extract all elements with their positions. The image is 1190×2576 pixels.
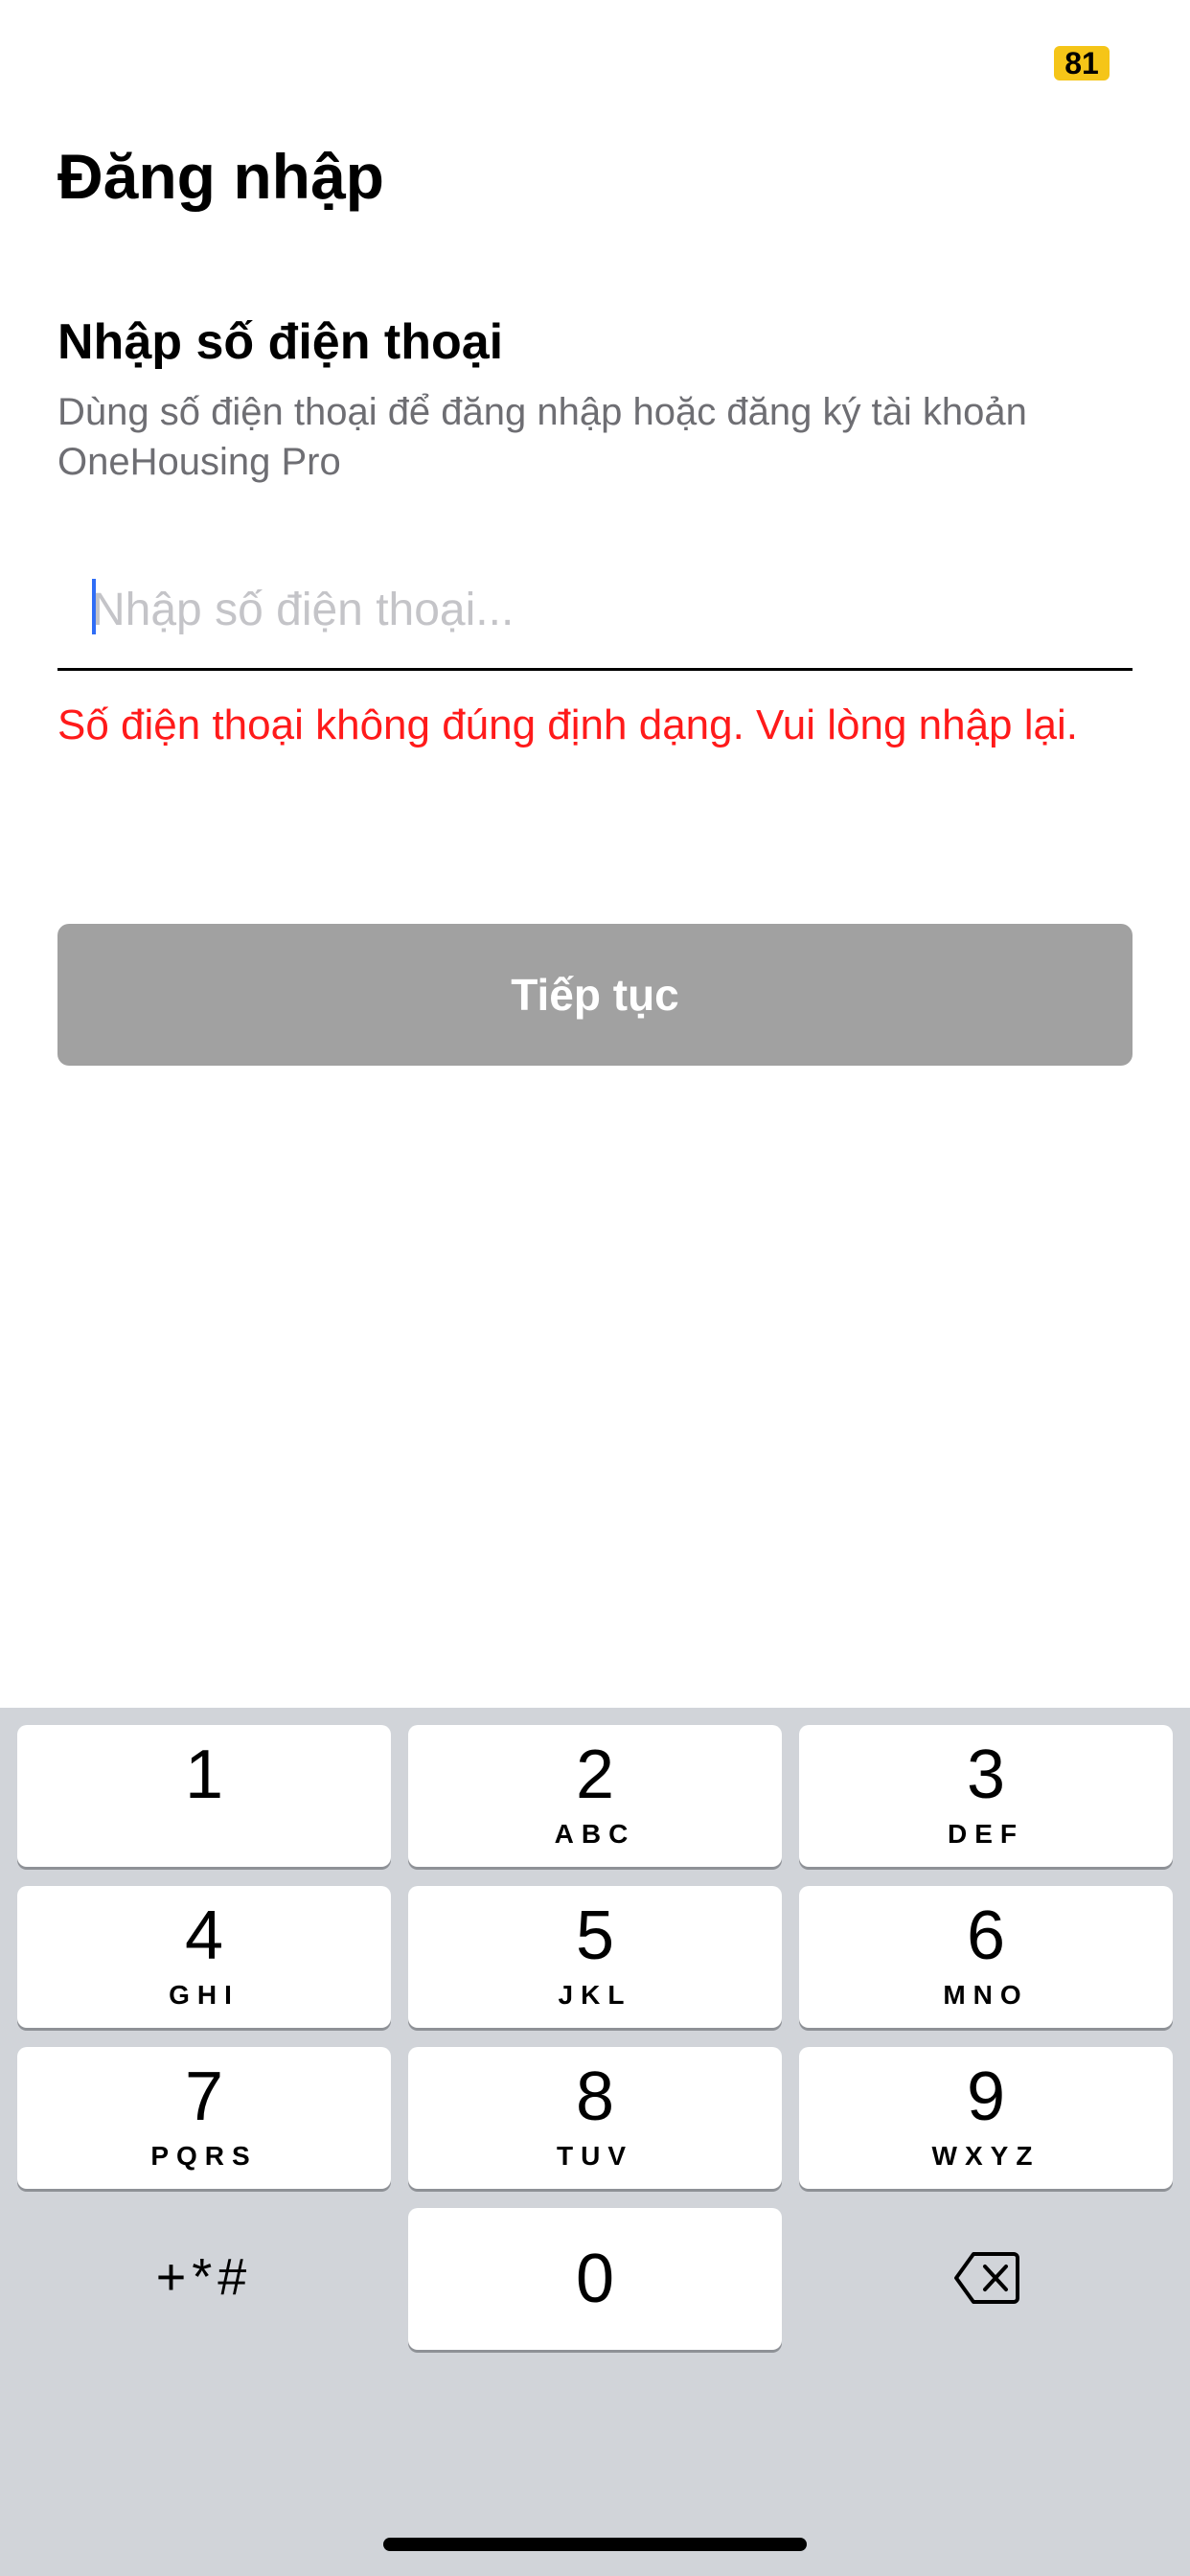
key-9[interactable]: 9 WXYZ [799,2047,1173,2189]
key-digit: 1 [184,1736,224,1813]
error-message: Số điện thoại không đúng định dạng. Vui … [57,702,1079,748]
key-digit: 8 [575,2058,615,2135]
backspace-key[interactable] [799,2206,1173,2348]
key-letters: TUV [557,2141,633,2171]
key-digit: 5 [575,1898,615,1974]
phone-input[interactable] [92,556,1127,663]
key-letters: JKL [558,1980,632,2010]
key-letters: DEF [948,1819,1024,1849]
key-3[interactable]: 3 DEF [799,1725,1173,1867]
key-letters: ABC [554,1819,636,1849]
status-badge: 81 [1054,46,1110,80]
home-indicator [383,2538,807,2551]
phone-field [57,556,1133,671]
key-letters: WXYZ [931,2141,1041,2171]
key-0[interactable]: 0 [408,2208,782,2350]
key-7[interactable]: 7 PQRS [17,2047,391,2189]
key-digit: 7 [184,2058,224,2135]
continue-button[interactable]: Tiếp tục [57,924,1133,1066]
key-symbols[interactable]: +*# [17,2206,391,2348]
key-8[interactable]: 8 TUV [408,2047,782,2189]
key-letters: GHI [169,1980,240,2010]
backspace-icon [954,2252,1019,2304]
key-5[interactable]: 5 JKL [408,1886,782,2028]
key-digit: 0 [575,2241,615,2317]
section-heading: Nhập số điện thoại [57,314,504,370]
page-title: Đăng nhập [57,141,384,212]
key-digit: 9 [966,2058,1006,2135]
key-digit: 3 [966,1736,1006,1813]
key-letters: PQRS [150,2141,258,2171]
key-6[interactable]: 6 MNO [799,1886,1173,2028]
key-digit: 2 [575,1736,615,1813]
key-letters: MNO [943,1980,1029,2010]
numeric-keypad: 1 2 ABC 3 DEF 4 GHI 5 JKL 6 MNO 7 PQRS 8… [0,1708,1190,2576]
key-digit: 6 [966,1898,1006,1974]
key-digit: 4 [184,1898,224,1974]
key-1[interactable]: 1 [17,1725,391,1867]
key-4[interactable]: 4 GHI [17,1886,391,2028]
key-2[interactable]: 2 ABC [408,1725,782,1867]
section-description: Dùng số điện thoại để đăng nhập hoặc đăn… [57,391,1027,483]
